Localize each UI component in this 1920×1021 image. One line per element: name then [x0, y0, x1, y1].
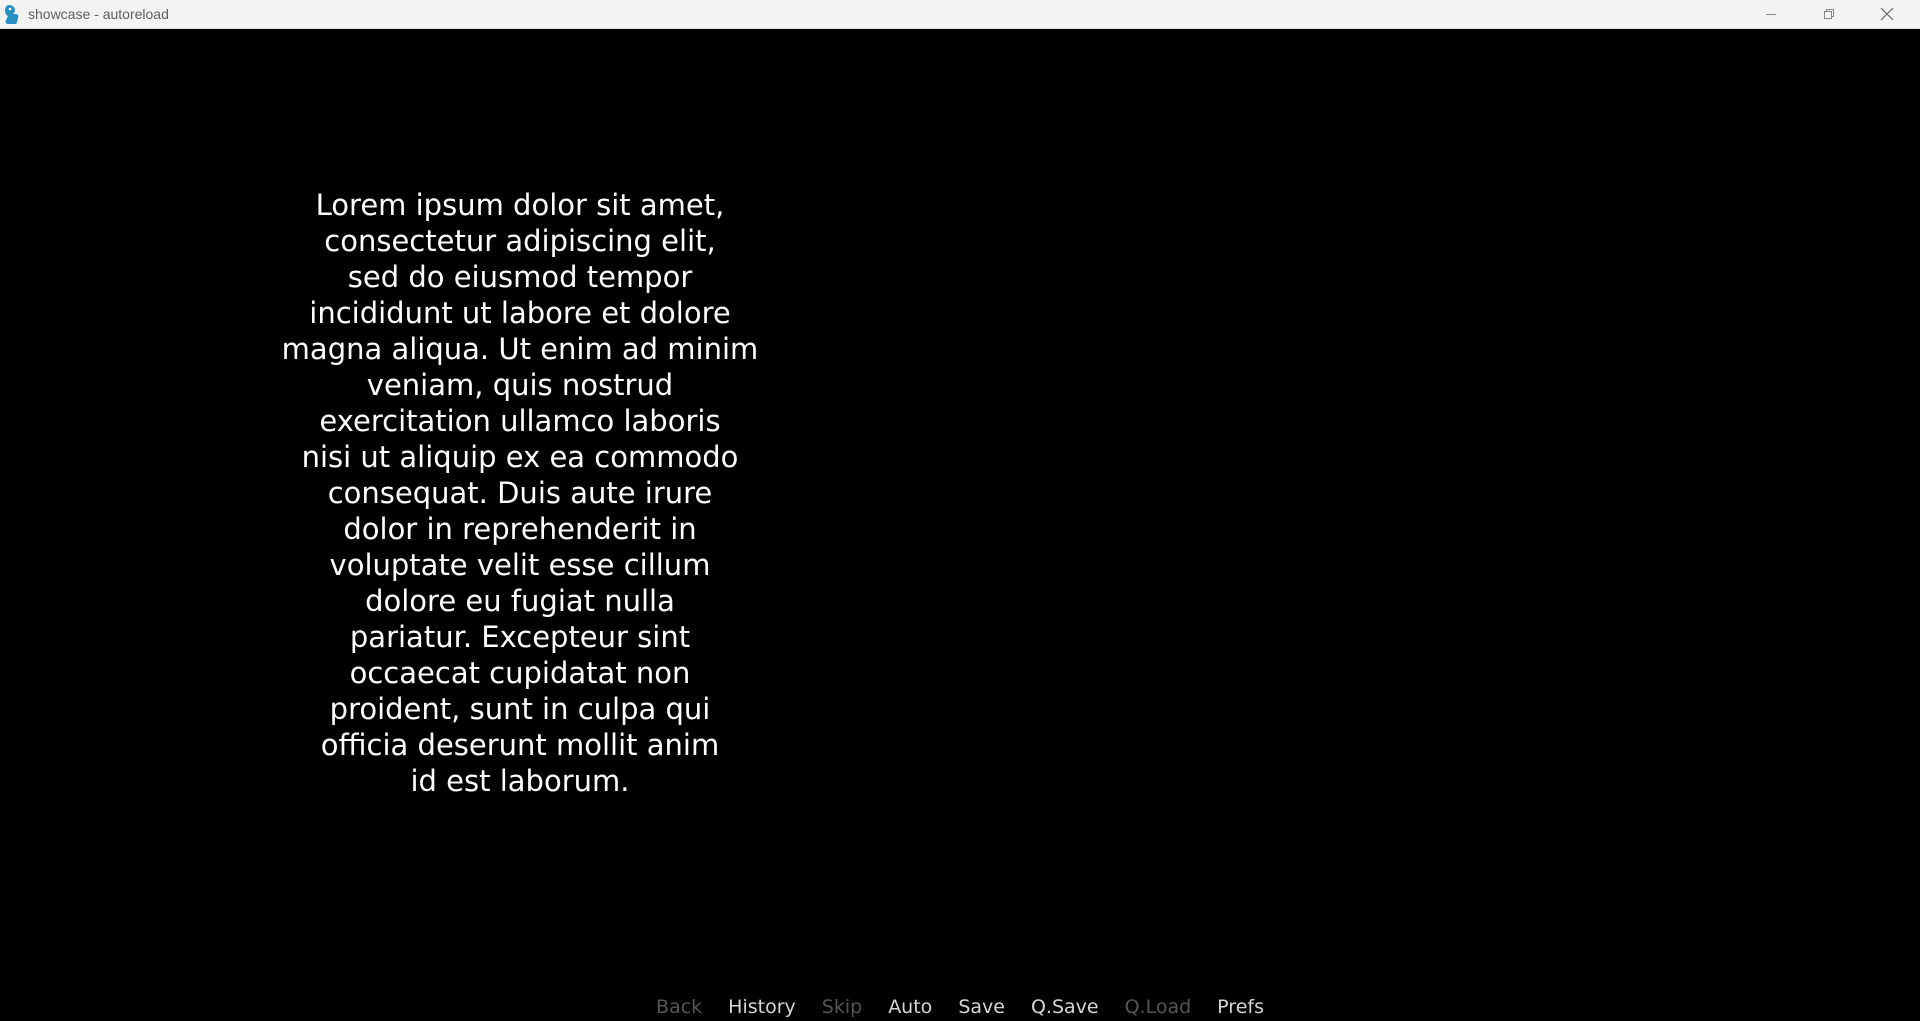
window-title: showcase - autoreload [28, 6, 169, 22]
minimize-button[interactable] [1742, 0, 1800, 28]
close-icon [1880, 7, 1894, 21]
minimize-icon [1766, 14, 1776, 15]
quick-menu-history-button[interactable]: History [715, 994, 809, 1021]
app-icon [5, 5, 19, 24]
restore-button[interactable] [1800, 0, 1858, 28]
quick-menu-prefs-button[interactable]: Prefs [1204, 994, 1277, 1021]
quick-menu-auto-button[interactable]: Auto [875, 994, 945, 1021]
quick-menu-qload-button[interactable]: Q.Load [1112, 994, 1205, 1021]
quick-menu-skip-button[interactable]: Skip [809, 994, 875, 1021]
quick-menu-save-button[interactable]: Save [945, 994, 1018, 1021]
restore-icon [1824, 9, 1834, 19]
quick-menu: Back History Skip Auto Save Q.Save Q.Loa… [0, 994, 1920, 1021]
window-titlebar[interactable]: showcase - autoreload [0, 0, 1920, 29]
quick-menu-qsave-button[interactable]: Q.Save [1018, 994, 1112, 1021]
quick-menu-back-button[interactable]: Back [643, 994, 715, 1021]
dialogue-text: Lorem ipsum dolor sit amet, consectetur … [281, 188, 759, 798]
close-button[interactable] [1858, 0, 1916, 28]
